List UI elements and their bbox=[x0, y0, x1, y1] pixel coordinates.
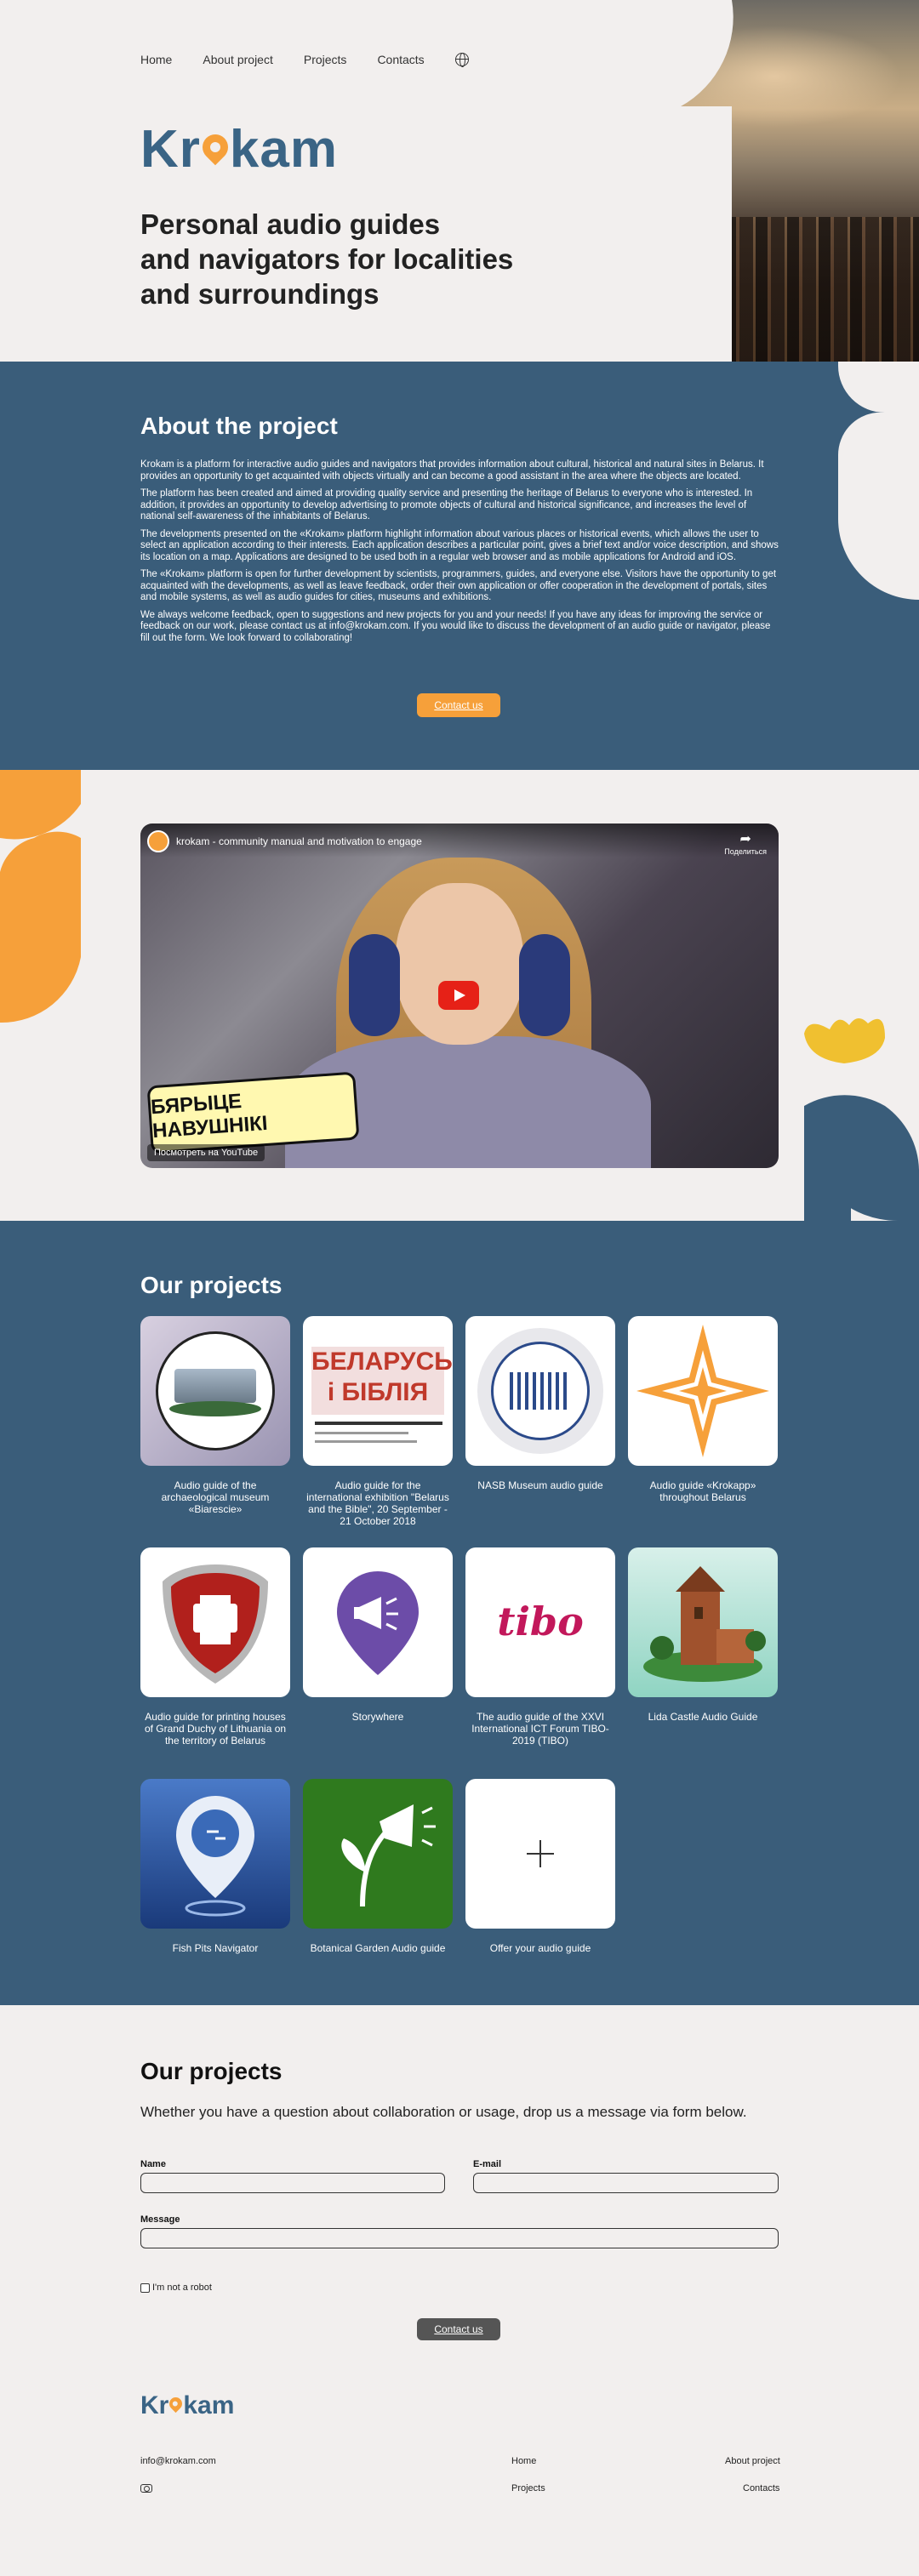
name-label: Name bbox=[140, 2159, 166, 2169]
project-thumb-exhibition: БЕЛАРУСЬ і БІБЛІЯ bbox=[303, 1316, 453, 1466]
nav-about[interactable]: About project bbox=[203, 53, 273, 66]
footer-email-link[interactable]: info@krokam.com bbox=[140, 2456, 216, 2466]
contact-us-button[interactable]: Contact us bbox=[417, 693, 500, 717]
footer-logo[interactable]: Kr kam bbox=[140, 2391, 234, 2420]
project-thumb-printing bbox=[140, 1547, 290, 1697]
footer: Kr kam info@krokam.com Home About project… bbox=[0, 2371, 919, 2576]
about-paragraph: The platform has been created and aimed … bbox=[140, 488, 753, 521]
project-card[interactable]: Audio guide for printing houses of Grand… bbox=[140, 1547, 290, 1769]
hero-title-line: Personal audio guides bbox=[140, 208, 441, 240]
message-field[interactable] bbox=[140, 2228, 779, 2248]
share-button[interactable]: ➦ Поделиться bbox=[724, 830, 767, 856]
contact-form-section: Our projects Whether you have a question… bbox=[0, 2005, 919, 2371]
hero-title-line: and navigators for localities bbox=[140, 243, 514, 275]
main-nav: Home About project Projects Contacts bbox=[140, 53, 469, 67]
about-text: Krokam is a platform for interactive aud… bbox=[140, 459, 779, 650]
play-button[interactable] bbox=[438, 981, 479, 1010]
project-card[interactable]: Lida Castle Audio Guide bbox=[628, 1547, 778, 1769]
logo-text-prefix: Kr bbox=[140, 2391, 169, 2419]
email-label: E-mail bbox=[473, 2159, 502, 2169]
project-caption: Audio guide of the archaeological museum… bbox=[161, 1479, 270, 1515]
logo-text-prefix: Kr bbox=[140, 120, 201, 179]
share-label: Поделиться bbox=[724, 847, 767, 856]
project-caption: Storywhere bbox=[351, 1711, 404, 1723]
project-thumb-krokapp bbox=[628, 1316, 778, 1466]
video-player[interactable]: krokam - community manual and motivation… bbox=[140, 824, 779, 1168]
hero-section: Home About project Projects Contacts Kr k… bbox=[0, 0, 919, 362]
brand-logo[interactable]: Kr kam bbox=[140, 119, 338, 180]
plus-icon bbox=[527, 1840, 554, 1867]
nav-projects[interactable]: Projects bbox=[304, 53, 347, 66]
project-card[interactable]: Fish Pits Navigator bbox=[140, 1779, 290, 1966]
about-title: About the project bbox=[140, 413, 338, 439]
captcha-label: I'm not a robot bbox=[152, 2282, 212, 2293]
captcha-checkbox[interactable]: I'm not a robot bbox=[140, 2282, 212, 2293]
email-field[interactable] bbox=[473, 2173, 779, 2193]
project-thumb-fish-pits bbox=[140, 1779, 290, 1929]
footer-link-contacts[interactable]: Contacts bbox=[743, 2483, 779, 2493]
project-caption: Audio guide «Krokapp» throughout Belarus bbox=[649, 1479, 756, 1503]
project-caption: Offer your audio guide bbox=[489, 1942, 591, 1954]
project-card[interactable]: Storywhere bbox=[303, 1547, 453, 1769]
project-caption: Lida Castle Audio Guide bbox=[648, 1711, 758, 1723]
watch-on-youtube-button[interactable]: Посмотреть на YouTube bbox=[147, 1144, 265, 1161]
tibo-logo-text: tibo bbox=[497, 1599, 584, 1644]
footer-link-projects[interactable]: Projects bbox=[511, 2483, 545, 2493]
camera-icon[interactable] bbox=[140, 2484, 152, 2493]
video-section: krokam - community manual and motivation… bbox=[0, 770, 919, 1221]
project-thumb-tibo: tibo bbox=[465, 1547, 615, 1697]
footer-link-home[interactable]: Home bbox=[511, 2456, 536, 2466]
hero-title-line: and surroundings bbox=[140, 278, 380, 310]
project-thumb-storywhere bbox=[303, 1547, 453, 1697]
project-caption: Fish Pits Navigator bbox=[172, 1942, 259, 1954]
project-caption: Audio guide for the international exhibi… bbox=[306, 1479, 449, 1527]
about-paragraph: Krokam is a platform for interactive aud… bbox=[140, 459, 764, 482]
video-sticker: БЯРЫЦЕ НАВУШНІКІ bbox=[146, 1071, 360, 1154]
projects-grid: Audio guide of the archaeological museum… bbox=[140, 1316, 779, 1966]
checkbox-box[interactable] bbox=[140, 2282, 150, 2293]
hero-title: Personal audio guides and navigators for… bbox=[140, 207, 583, 311]
logo-text-suffix: kam bbox=[183, 2391, 235, 2419]
project-card[interactable]: tibo The audio guide of the XXVI Interna… bbox=[465, 1547, 615, 1769]
message-label: Message bbox=[140, 2214, 180, 2225]
video-title[interactable]: krokam - community manual and motivation… bbox=[176, 835, 422, 847]
project-card[interactable]: NASB Museum audio guide bbox=[465, 1316, 615, 1537]
project-caption: The audio guide of the XXVI Internationa… bbox=[471, 1711, 609, 1747]
nav-home[interactable]: Home bbox=[140, 53, 172, 66]
project-card-offer[interactable]: Offer your audio guide bbox=[465, 1779, 615, 1966]
project-card[interactable]: Audio guide «Krokapp» throughout Belarus bbox=[628, 1316, 778, 1537]
project-caption: NASB Museum audio guide bbox=[477, 1479, 603, 1491]
project-thumb-botanical bbox=[303, 1779, 453, 1929]
channel-avatar[interactable] bbox=[147, 830, 169, 852]
project-thumb-museum bbox=[140, 1316, 290, 1466]
project-card[interactable]: Audio guide of the archaeological museum… bbox=[140, 1316, 290, 1537]
share-icon: ➦ bbox=[739, 832, 751, 846]
projects-section: Our projects Audio guide of the archaeol… bbox=[0, 1221, 919, 2005]
nav-contacts[interactable]: Contacts bbox=[377, 53, 424, 66]
project-thumb-nasb bbox=[465, 1316, 615, 1466]
footer-link-about[interactable]: About project bbox=[725, 2456, 780, 2466]
about-paragraph: The developments presented on the «Kroka… bbox=[140, 528, 779, 562]
about-paragraph: We always welcome feedback, open to sugg… bbox=[140, 609, 771, 643]
map-pin-icon bbox=[197, 128, 234, 166]
project-card[interactable]: Botanical Garden Audio guide bbox=[303, 1779, 453, 1966]
contact-subtitle: Whether you have a question about collab… bbox=[140, 2104, 747, 2120]
contact-title: Our projects bbox=[140, 2058, 283, 2084]
projects-title: Our projects bbox=[140, 1272, 283, 1298]
project-thumb-lida bbox=[628, 1547, 778, 1697]
project-thumb-offer bbox=[465, 1779, 615, 1929]
globe-icon[interactable] bbox=[454, 53, 469, 67]
submit-button[interactable]: Contact us bbox=[417, 2318, 500, 2340]
name-field[interactable] bbox=[140, 2173, 445, 2193]
project-card[interactable]: БЕЛАРУСЬ і БІБЛІЯ Audio guide for the in… bbox=[303, 1316, 453, 1537]
project-caption: Botanical Garden Audio guide bbox=[310, 1942, 446, 1954]
exhibition-thumb-title: БЕЛАРУСЬ і БІБЛІЯ bbox=[311, 1347, 453, 1415]
logo-text-suffix: kam bbox=[229, 120, 338, 179]
about-paragraph: The «Krokam» platform is open for furthe… bbox=[140, 569, 777, 602]
about-section: About the project Krokam is a platform f… bbox=[0, 362, 919, 770]
project-caption: Audio guide for printing houses of Grand… bbox=[144, 1711, 287, 1747]
